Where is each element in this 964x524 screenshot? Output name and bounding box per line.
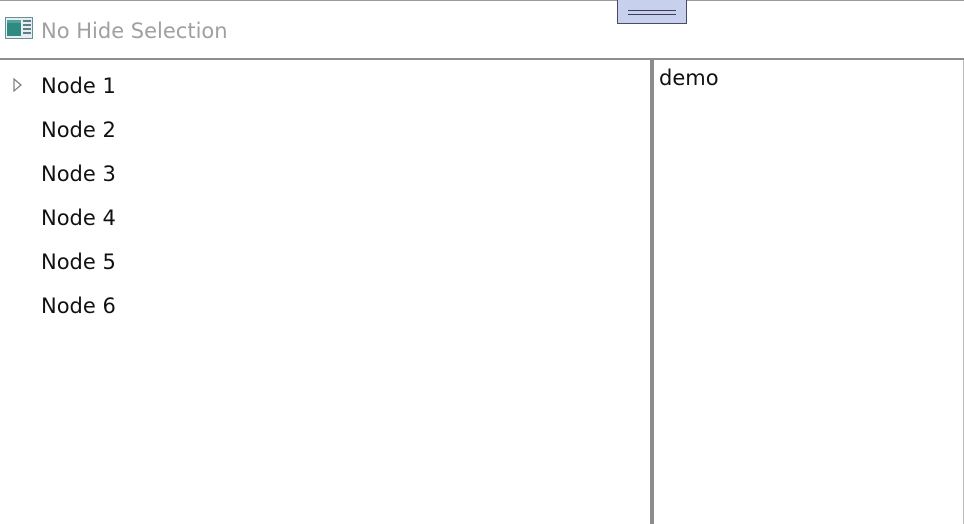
- tree-node-4[interactable]: Node 4: [0, 197, 640, 241]
- tree-node-label: Node 4: [41, 206, 116, 230]
- title-bar[interactable]: No Hide Selection: [0, 1, 964, 60]
- tree-node-label: Node 1: [41, 74, 116, 98]
- triangle-right-icon[interactable]: [12, 77, 24, 93]
- grip-handle-icon[interactable]: [617, 0, 687, 24]
- tree-node-label: Node 3: [41, 162, 116, 186]
- tree-node-6[interactable]: Node 6: [0, 285, 640, 329]
- tree-node-5[interactable]: Node 5: [0, 241, 640, 285]
- app-window: No Hide Selection Node 1 Node 2 Node 3 N…: [0, 0, 964, 524]
- tree-node-label: Node 6: [41, 294, 116, 318]
- tree-pane[interactable]: Node 1 Node 2 Node 3 Node 4 Node 5 Node …: [0, 60, 650, 524]
- tree-view: Node 1 Node 2 Node 3 Node 4 Node 5 Node …: [0, 65, 640, 329]
- window-title: No Hide Selection: [41, 19, 228, 43]
- tree-node-label: Node 2: [41, 118, 116, 142]
- tree-node-1[interactable]: Node 1: [0, 65, 640, 109]
- tree-node-2[interactable]: Node 2: [0, 109, 640, 153]
- detail-pane: demo: [654, 60, 964, 524]
- tree-node-3[interactable]: Node 3: [0, 153, 640, 197]
- tree-node-label: Node 5: [41, 250, 116, 274]
- window-app-icon: [5, 17, 33, 39]
- detail-text: demo: [659, 66, 719, 90]
